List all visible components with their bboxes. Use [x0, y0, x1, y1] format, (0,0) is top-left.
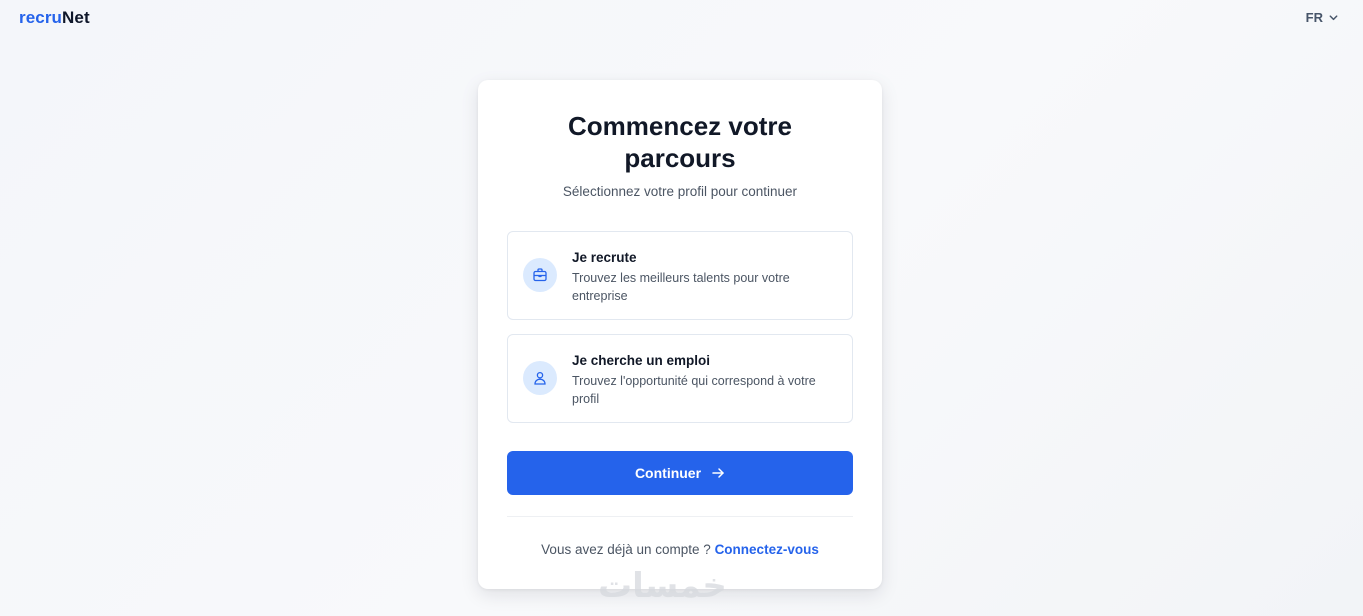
watermark: خمسات	[598, 566, 727, 606]
chevron-down-icon	[1329, 15, 1338, 21]
option-recruiter-description: Trouvez les meilleurs talents pour votre…	[572, 271, 790, 303]
arrow-right-icon	[712, 468, 724, 478]
user-icon	[523, 361, 557, 395]
top-bar: recru Net FR	[0, 0, 1363, 36]
divider	[507, 516, 853, 517]
continue-button[interactable]: Continuer	[507, 451, 853, 495]
page-subtitle: Sélectionnez votre profil pour continuer	[562, 184, 798, 199]
login-prompt: Vous avez déjà un compte ?	[541, 542, 711, 557]
profile-selection-card: Commencez votre parcours Sélectionnez vo…	[478, 80, 882, 589]
option-job-seeker-title: Je cherche un emploi	[572, 353, 711, 368]
logo-part-net: Net	[62, 8, 90, 27]
option-job-seeker-description: Trouvez l'opportunité qui correspond à v…	[572, 374, 816, 406]
login-link[interactable]: Connectez-vous	[715, 542, 819, 557]
option-job-seeker[interactable]: Je cherche un emploi Trouvez l'opportuni…	[507, 334, 853, 423]
language-label: FR	[1305, 10, 1323, 25]
logo[interactable]: recru Net	[19, 8, 90, 28]
logo-part-recru: recru	[19, 8, 63, 27]
option-recruiter-title: Je recrute	[572, 250, 637, 265]
option-recruiter[interactable]: Je recrute Trouvez les meilleurs talents…	[507, 231, 853, 320]
language-selector[interactable]: FR	[1306, 10, 1339, 25]
briefcase-icon	[523, 258, 557, 292]
login-prompt-line: Vous avez déjà un compte ? Connectez-vou…	[478, 542, 882, 557]
page-title: Commencez votre parcours	[568, 111, 792, 173]
continue-label: Continuer	[634, 465, 702, 481]
